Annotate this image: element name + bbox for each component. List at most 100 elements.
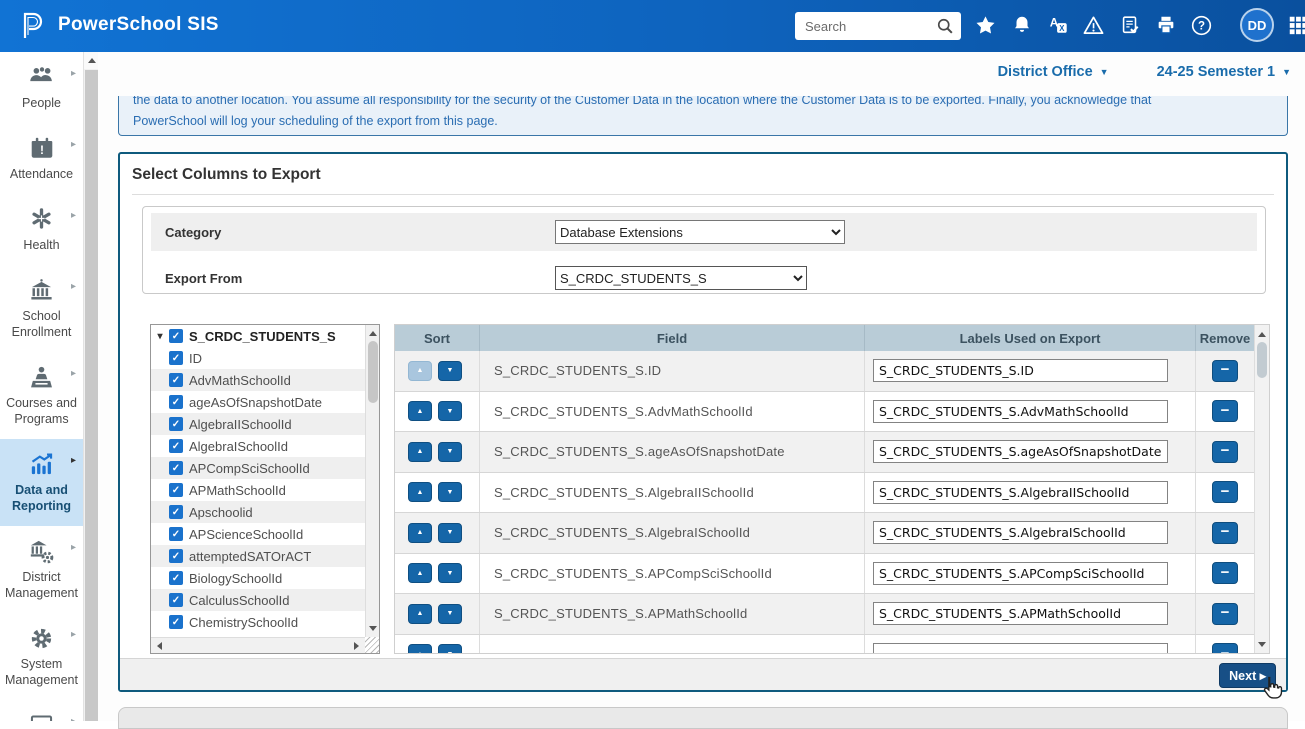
checkbox-checked-icon[interactable] — [169, 417, 183, 431]
remove-button[interactable] — [1212, 400, 1238, 422]
tree-root-row[interactable]: S_CRDC_STUDENTS_S — [151, 325, 365, 347]
remove-button[interactable] — [1212, 360, 1238, 382]
tree-field-row[interactable]: CalculusSchoolId — [151, 589, 365, 611]
checkbox-checked-icon[interactable] — [169, 483, 183, 497]
checkbox-checked-icon[interactable] — [169, 593, 183, 607]
move-down-button[interactable] — [438, 442, 462, 462]
sidebar-item-attendance[interactable]: !Attendance — [0, 123, 83, 194]
scroll-up-icon[interactable] — [366, 327, 379, 340]
alerts-icon[interactable] — [1082, 13, 1105, 37]
sidebar-item-system-management[interactable]: System Management — [0, 613, 83, 700]
avatar[interactable]: DD — [1240, 8, 1274, 42]
next-button[interactable]: Next ▸ — [1219, 663, 1276, 688]
tree-field-row[interactable]: BiologySchoolId — [151, 567, 365, 589]
move-up-button[interactable] — [408, 482, 432, 502]
collapse-caret-icon[interactable] — [153, 331, 167, 342]
tree-field-row[interactable]: APMathSchoolId — [151, 479, 365, 501]
export-label-input[interactable] — [873, 521, 1168, 544]
scrollbar-thumb[interactable] — [1257, 342, 1267, 378]
move-up-button[interactable] — [408, 523, 432, 543]
export-label-input[interactable] — [873, 400, 1168, 423]
export-from-select[interactable]: S_CRDC_STUDENTS_S — [555, 266, 807, 290]
export-label-input[interactable] — [873, 481, 1168, 504]
remove-button[interactable] — [1212, 481, 1238, 503]
report-submission-icon[interactable] — [1118, 13, 1141, 37]
apps-grid-icon[interactable] — [1288, 15, 1305, 41]
checkbox-checked-icon[interactable] — [169, 395, 183, 409]
sidebar-item-data-and-reporting[interactable]: Data and Reporting — [0, 439, 83, 526]
remove-button[interactable] — [1212, 643, 1238, 653]
move-down-button[interactable] — [438, 523, 462, 543]
scroll-right-icon[interactable] — [350, 639, 363, 652]
move-down-button[interactable] — [438, 482, 462, 502]
scroll-down-icon[interactable] — [366, 622, 379, 635]
tree-field-row[interactable]: ageAsOfSnapshotDate — [151, 391, 365, 413]
export-label-input[interactable] — [873, 602, 1168, 625]
move-up-button[interactable] — [408, 361, 432, 381]
scroll-up-icon[interactable] — [1255, 328, 1269, 340]
table-vertical-scrollbar[interactable] — [1254, 325, 1269, 653]
help-icon[interactable]: ? — [1190, 13, 1213, 37]
sidebar-item-school-enrollment[interactable]: School Enrollment — [0, 265, 83, 352]
content-vertical-scrollbar[interactable] — [83, 52, 98, 721]
scrollbar-thumb[interactable] — [368, 341, 378, 403]
scroll-left-icon[interactable] — [153, 639, 166, 652]
checkbox-checked-icon[interactable] — [169, 571, 183, 585]
tree-field-row[interactable]: APCompSciSchoolId — [151, 457, 365, 479]
tree-vertical-scrollbar[interactable] — [365, 325, 379, 637]
sidebar-item-people[interactable]: People — [0, 52, 83, 123]
resize-grip[interactable] — [365, 637, 379, 653]
remove-button[interactable] — [1212, 603, 1238, 625]
tree-field-row[interactable]: APScienceSchoolId — [151, 523, 365, 545]
remove-button[interactable] — [1212, 562, 1238, 584]
sidebar-item-more[interactable] — [0, 700, 83, 721]
export-label-input[interactable] — [873, 440, 1168, 463]
checkbox-checked-icon[interactable] — [169, 351, 183, 365]
checkbox-checked-icon[interactable] — [169, 439, 183, 453]
print-icon[interactable] — [1154, 13, 1177, 37]
tree-field-row[interactable]: ID — [151, 347, 365, 369]
favorites-icon[interactable] — [974, 13, 997, 37]
move-down-button[interactable] — [438, 563, 462, 583]
checkbox-checked-icon[interactable] — [169, 329, 183, 343]
translate-icon[interactable]: AX — [1046, 13, 1069, 37]
move-down-button[interactable] — [438, 361, 462, 381]
checkbox-checked-icon[interactable] — [169, 527, 183, 541]
tree-field-row[interactable]: AlgebraISchoolId — [151, 435, 365, 457]
move-down-button[interactable] — [438, 401, 462, 421]
checkbox-checked-icon[interactable] — [169, 615, 183, 629]
export-label-input[interactable] — [873, 562, 1168, 585]
export-label-input[interactable] — [873, 643, 1168, 653]
move-up-button[interactable] — [408, 401, 432, 421]
tree-field-row[interactable]: attemptedSATOrACT — [151, 545, 365, 567]
sidebar-item-district-management[interactable]: District Management — [0, 526, 83, 613]
tree-field-row[interactable]: ChemistrySchoolId — [151, 611, 365, 633]
checkbox-checked-icon[interactable] — [169, 461, 183, 475]
category-select[interactable]: Database Extensions — [555, 220, 845, 244]
export-label-input[interactable] — [873, 359, 1168, 382]
checkbox-checked-icon[interactable] — [169, 549, 183, 563]
tree-horizontal-scrollbar[interactable] — [151, 637, 365, 653]
search-input[interactable] — [795, 12, 935, 40]
move-down-button[interactable] — [438, 644, 462, 653]
checkbox-checked-icon[interactable] — [169, 373, 183, 387]
scroll-down-icon[interactable] — [1255, 638, 1269, 650]
remove-button[interactable] — [1212, 522, 1238, 544]
tree-field-row[interactable]: Apschoolid — [151, 501, 365, 523]
checkbox-checked-icon[interactable] — [169, 505, 183, 519]
move-up-button[interactable] — [408, 644, 432, 653]
move-up-button[interactable] — [408, 604, 432, 624]
tree-field-row[interactable]: AlgebraIISchoolId — [151, 413, 365, 435]
notifications-icon[interactable] — [1010, 13, 1033, 37]
scroll-up-icon[interactable] — [84, 52, 99, 69]
remove-button[interactable] — [1212, 441, 1238, 463]
sidebar-item-health[interactable]: Health — [0, 194, 83, 265]
scrollbar-thumb[interactable] — [85, 70, 98, 721]
tree-field-row[interactable]: AdvMathSchoolId — [151, 369, 365, 391]
search-icon[interactable] — [935, 16, 955, 41]
move-up-button[interactable] — [408, 563, 432, 583]
term-selector[interactable]: 24-25 Semester 1 — [1157, 64, 1291, 80]
sidebar-item-courses-and-programs[interactable]: Courses and Programs — [0, 352, 83, 439]
move-down-button[interactable] — [438, 604, 462, 624]
move-up-button[interactable] — [408, 442, 432, 462]
